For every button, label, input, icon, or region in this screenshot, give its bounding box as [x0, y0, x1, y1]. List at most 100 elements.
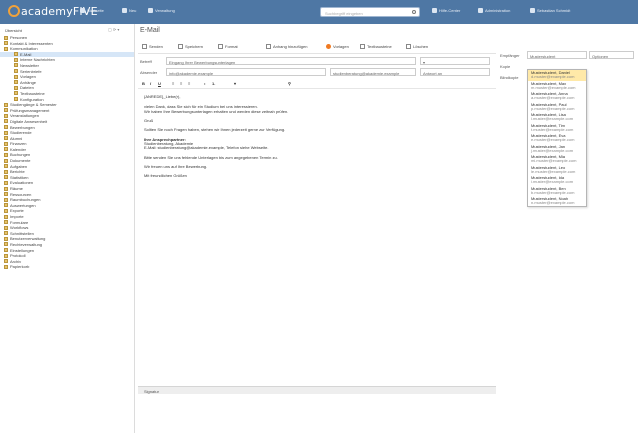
nav-item-admin[interactable]: Administration	[478, 8, 510, 13]
attach-button[interactable]: Anhang hinzufügen	[266, 44, 307, 49]
delete-icon	[406, 44, 411, 49]
editor-line: Sollten Sie noch Fragen haben, stehen wi…	[144, 127, 286, 132]
folder-icon	[4, 102, 8, 107]
bold-button[interactable]: B	[142, 81, 145, 86]
align-right-button[interactable]: ≡	[188, 81, 190, 86]
recipient-suggestion[interactable]: Musterstudent, Jan j.muster@example.com	[528, 144, 586, 155]
recipient-suggestion[interactable]: Musterstudent, Ida i.muster@example.com	[528, 175, 586, 186]
recipient-suggestion[interactable]: Musterstudent, Paul p.muster@example.com	[528, 102, 586, 113]
suggestion-email: e.muster@example.com	[531, 137, 575, 143]
nav-item-verwaltung[interactable]: Verwaltung	[148, 8, 175, 13]
font-size-select[interactable]: ▾	[234, 81, 236, 86]
suggestion-email: mi.muster@example.com	[531, 158, 577, 164]
sidebar-header: Übersicht	[5, 28, 22, 33]
folder-icon	[4, 242, 8, 247]
recipient-suggestion[interactable]: Musterstudent, Tim t.muster@example.com	[528, 123, 586, 134]
sidebar-item-label: Veranstaltungen	[10, 113, 39, 119]
folder-icon	[4, 248, 8, 253]
italic-button[interactable]: I	[150, 81, 151, 86]
sidebar-item-label: Serienbriefe	[20, 68, 42, 74]
sidebar-item-label: Newsletter	[20, 62, 39, 68]
folder-icon	[4, 208, 8, 213]
folder-icon	[14, 52, 18, 57]
suggestion-email: le.muster@example.com	[531, 168, 576, 174]
recipient-suggestion[interactable]: Musterstudent, Mia mi.muster@example.com	[528, 154, 586, 165]
nav-item-help[interactable]: Hilfe-Center	[432, 8, 460, 13]
mail-toolbar: Senden Speichern Format Anhang hinzufüge…	[138, 42, 496, 54]
plus-icon	[122, 8, 127, 13]
editor-line: Wir haben Ihre Bewerbungsunterlagen erha…	[144, 109, 289, 114]
align-left-button[interactable]: ≡	[172, 81, 174, 86]
folder-icon	[4, 214, 8, 219]
search-icon[interactable]	[412, 10, 416, 14]
sidebar-item-label: Dokumente	[10, 158, 31, 164]
underline-button[interactable]: U	[158, 81, 161, 86]
folder-icon	[4, 264, 8, 269]
folder-icon	[4, 197, 8, 202]
folder-icon	[4, 253, 8, 258]
list-numbers-button[interactable]: 1.	[212, 81, 215, 86]
sidebar-item-label: Importe	[10, 214, 24, 219]
align-center-button[interactable]: ≡	[180, 81, 182, 86]
folder-icon	[4, 113, 8, 118]
sidebar-item-label: Statistiken	[10, 174, 29, 180]
reply-to-field[interactable]: studienberatung@akademie.example	[330, 68, 416, 76]
sidebar-item-label: Schnittstellen	[10, 230, 34, 236]
sidebar-item-label: Konfiguration	[20, 96, 44, 102]
sidebar-item-label: Exporte	[10, 208, 24, 214]
recipient-suggestion[interactable]: Musterstudent, Max m.muster@example.com	[528, 81, 586, 92]
sidebar-item-label: Dateien	[20, 85, 34, 91]
recipient-suggestion[interactable]: Musterstudent, Lisa l.muster@example.com	[528, 112, 586, 123]
nav-item-startseite[interactable]: Startseite	[80, 8, 104, 13]
recipient-suggestion[interactable]: Musterstudent, Leo le.muster@example.com	[528, 165, 586, 176]
recipient-suggestion[interactable]: Musterstudent, Anna a.muster@example.com	[528, 91, 586, 102]
editor-line: Wir freuen uns auf Ihre Bewerbung.	[144, 164, 208, 169]
mail-body-editor[interactable]: {ANREDE}_Liebe(r), vielen Dank, dass Sie …	[138, 90, 496, 386]
folder-icon	[14, 69, 18, 74]
folder-icon	[4, 141, 8, 146]
delete-button[interactable]: Löschen	[406, 44, 428, 49]
folder-icon	[4, 203, 8, 208]
suggestion-email: d.muster@example.com	[531, 74, 575, 80]
templates-button[interactable]: Vorlagen	[326, 44, 349, 49]
logo-mark-icon	[8, 5, 20, 17]
recipient-suggestion[interactable]: Musterstudent, Ben b.muster@example.com	[528, 186, 586, 197]
textblocks-button[interactable]: Textbausteine	[360, 44, 392, 49]
recipient-options[interactable]: Optionen	[589, 51, 634, 59]
recipient-suggestion[interactable]: Musterstudent, Daniel d.muster@example.co…	[528, 70, 586, 81]
sidebar-item[interactable]: Papierkorb	[0, 264, 134, 270]
sidebar-item-label: Evaluationen	[10, 180, 34, 186]
nav-item-user[interactable]: Sebastian Schmidt	[530, 8, 570, 13]
list-bullets-button[interactable]: •	[204, 81, 205, 86]
sidebar-item-label: Anhänge	[20, 79, 37, 85]
sidebar-item-label: Studiengänge & Semester	[10, 102, 57, 108]
link-button[interactable]: ⚲	[288, 81, 291, 86]
home-icon	[80, 8, 85, 13]
reply-to-select[interactable]: Antwort an	[420, 68, 490, 76]
subject-format-select[interactable]: ▾	[420, 57, 490, 65]
sidebar-item-label: Einstellungen	[10, 247, 35, 253]
sidebar-item-label: Archiv	[10, 258, 22, 264]
global-search-input[interactable]: Suchbegriff eingeben	[320, 7, 420, 17]
sidebar-item-label: Ressourcen	[10, 191, 32, 197]
save-button[interactable]: Speichern	[178, 44, 203, 49]
folder-icon	[4, 119, 8, 124]
subject-field[interactable]: Eingang Ihrer Bewerbungsunterlagen	[166, 57, 416, 65]
sidebar-item-label: Kalender	[10, 146, 27, 152]
recipient-suggestion[interactable]: Musterstudent, Noah n.muster@example.com	[528, 196, 586, 206]
sidebar-item-label: Personen	[10, 35, 28, 40]
folder-icon	[4, 158, 8, 163]
send-button[interactable]: Senden	[142, 44, 163, 49]
folder-icon	[4, 169, 8, 174]
editor-line: Mit freundlichen Grüßen	[144, 173, 187, 178]
recipient-suggestions-dropdown[interactable]: Musterstudent, Daniel d.muster@example.co…	[527, 69, 587, 207]
recipient-suggestion[interactable]: Musterstudent, Eva e.muster@example.com	[528, 133, 586, 144]
editor-formatting-bar: B I U ≡ ≡ ≡ • 1. ▾ ⚲	[138, 79, 496, 89]
nav-item-neu[interactable]: Neu	[122, 8, 136, 13]
format-dropdown[interactable]: Format	[218, 44, 238, 49]
sidebar-item-label: Formulare	[10, 219, 29, 225]
sender-field[interactable]: info@akademie.example	[166, 68, 326, 76]
sidebar: Übersicht ▢ ⟳ ▾ Personen Kontakt & Intere…	[0, 24, 135, 433]
sidebar-tools[interactable]: ▢ ⟳ ▾	[108, 27, 119, 32]
recipient-input[interactable]: Musterstudent	[527, 51, 587, 59]
